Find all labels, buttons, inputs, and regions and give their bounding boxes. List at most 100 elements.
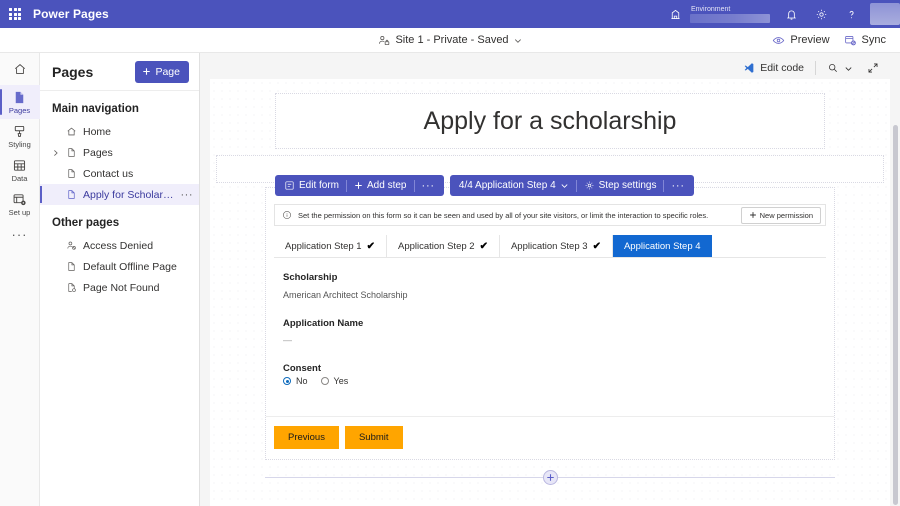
- field-value-application-name: —: [283, 335, 817, 345]
- nav-item-access-denied[interactable]: Access Denied: [40, 235, 199, 256]
- main-navigation-title: Main navigation: [40, 91, 199, 121]
- vscode-icon: [743, 62, 755, 74]
- field-label-consent: Consent: [283, 363, 817, 374]
- eye-icon: [772, 34, 785, 47]
- chevron-down-icon[interactable]: [844, 64, 853, 73]
- step-label-3: Application Step 3: [511, 241, 588, 252]
- new-page-button[interactable]: Page: [135, 61, 189, 83]
- rail-label-data: Data: [12, 174, 28, 183]
- bell-icon[interactable]: [776, 0, 806, 28]
- radio-label-no: No: [296, 376, 308, 386]
- page-canvas[interactable]: Apply for a scholarship Edit form: [210, 79, 890, 506]
- sync-button[interactable]: Sync: [844, 34, 886, 47]
- page-icon: [12, 90, 27, 105]
- person-denied-icon: [66, 240, 77, 251]
- step-label-1: Application Step 1: [285, 241, 362, 252]
- environment-selector[interactable]: Environment: [690, 0, 770, 28]
- submit-button[interactable]: Submit: [345, 426, 403, 449]
- nav-item-page-not-found[interactable]: Page Not Found: [40, 277, 199, 298]
- field-spacer: [283, 300, 817, 318]
- gear-icon[interactable]: [806, 0, 836, 28]
- form-toolbar: Edit form Add step ···: [275, 175, 444, 196]
- step-tab-1[interactable]: Application Step 1 ✔: [274, 235, 387, 257]
- brand-bar: Power Pages Environment: [0, 0, 900, 28]
- plus-icon: [749, 211, 757, 219]
- toolbar-divider: [815, 61, 816, 75]
- form-actions: Previous Submit: [266, 416, 834, 459]
- form-icon: [284, 180, 295, 191]
- expand-canvas-button[interactable]: [860, 59, 886, 77]
- brand-bar-right: Environment: [660, 0, 900, 28]
- step-tab-3[interactable]: Application Step 3 ✔: [500, 235, 613, 257]
- table-icon: [12, 158, 27, 173]
- step-more-button[interactable]: ···: [664, 175, 691, 196]
- radio-consent-no[interactable]: [283, 377, 291, 385]
- user-avatar-redacted[interactable]: [870, 3, 900, 25]
- check-icon: ✔: [593, 241, 601, 252]
- page-title: Apply for a scholarship: [424, 107, 677, 136]
- step-tab-2[interactable]: Application Step 2 ✔: [387, 235, 500, 257]
- chevron-right-icon[interactable]: [52, 149, 60, 157]
- step-toolbar: 4/4 Application Step 4 S: [450, 175, 694, 196]
- rail-item-pages[interactable]: Pages: [0, 85, 40, 119]
- question-icon[interactable]: [836, 0, 866, 28]
- nav-item-default-offline-page[interactable]: Default Offline Page: [40, 256, 199, 277]
- gear-icon: [584, 180, 595, 191]
- field-label-scholarship: Scholarship: [283, 272, 817, 283]
- environment-value-redacted: [690, 14, 770, 23]
- chevron-down-icon[interactable]: [514, 36, 523, 45]
- rail-item-setup[interactable]: Set up: [0, 187, 40, 221]
- chevron-down-icon[interactable]: [560, 181, 569, 190]
- previous-button[interactable]: Previous: [274, 426, 339, 449]
- step-tab-4[interactable]: Application Step 4: [613, 235, 712, 257]
- sync-label: Sync: [862, 34, 886, 46]
- nav-label-apply-for-scholarship: Apply for Scholars...: [83, 189, 175, 201]
- form-section[interactable]: Edit form Add step ··· 4/4 Application S: [265, 187, 835, 460]
- step-settings-label: Step settings: [599, 180, 657, 191]
- step-settings-button[interactable]: Step settings: [577, 175, 664, 196]
- check-icon: ✔: [367, 241, 375, 252]
- file-icon: [66, 189, 77, 200]
- add-step-label: Add step: [367, 180, 406, 191]
- nav-label-access-denied: Access Denied: [83, 240, 153, 252]
- permission-banner: Set the permission on this form so it ca…: [274, 204, 826, 226]
- home-icon[interactable]: [2, 56, 38, 82]
- home-icon: [66, 126, 77, 137]
- file-icon: [66, 147, 77, 158]
- app-launcher-icon[interactable]: [0, 0, 30, 28]
- nav-item-contact-us[interactable]: Contact us: [40, 163, 199, 184]
- pages-panel-header: Pages Page: [40, 53, 199, 91]
- nav-item-apply-for-scholarship[interactable]: Apply for Scholars... ···: [40, 184, 199, 205]
- pages-panel: Pages Page Main navigation Home Pages: [40, 53, 200, 506]
- paint-icon: [12, 124, 27, 139]
- hero-section[interactable]: Apply for a scholarship: [275, 93, 825, 149]
- new-permission-button[interactable]: New permission: [741, 207, 821, 224]
- step-selector-button[interactable]: 4/4 Application Step 4: [452, 175, 576, 196]
- field-value-scholarship: American Architect Scholarship: [283, 290, 817, 300]
- building-icon[interactable]: [660, 0, 690, 28]
- zoom-control[interactable]: [820, 59, 860, 77]
- preview-button[interactable]: Preview: [772, 34, 829, 47]
- add-section-button[interactable]: [543, 470, 558, 485]
- add-step-button[interactable]: Add step: [347, 175, 413, 196]
- left-rail: Pages Styling Data Set up ···: [0, 53, 40, 506]
- file-icon: [66, 168, 77, 179]
- edit-code-label: Edit code: [760, 62, 804, 74]
- edit-code-button[interactable]: Edit code: [736, 59, 811, 77]
- nav-item-more-button[interactable]: ···: [181, 189, 194, 201]
- rail-item-styling[interactable]: Styling: [0, 119, 40, 153]
- site-private-icon: [377, 34, 390, 47]
- rail-more-button[interactable]: ···: [0, 221, 40, 247]
- site-selector[interactable]: Site 1 - Private - Saved: [377, 34, 522, 47]
- nav-item-home[interactable]: Home: [40, 121, 199, 142]
- edit-form-button[interactable]: Edit form: [277, 175, 346, 196]
- nav-item-pages[interactable]: Pages: [40, 142, 199, 163]
- form-body: Scholarship American Architect Scholarsh…: [266, 258, 834, 406]
- radio-consent-yes[interactable]: [321, 377, 329, 385]
- form-more-button[interactable]: ···: [415, 175, 442, 196]
- rail-item-data[interactable]: Data: [0, 153, 40, 187]
- canvas-scrollbar[interactable]: [893, 125, 898, 505]
- new-page-label: Page: [155, 66, 180, 78]
- step-selector-label: 4/4 Application Step 4: [459, 180, 556, 191]
- plus-icon: [142, 67, 151, 76]
